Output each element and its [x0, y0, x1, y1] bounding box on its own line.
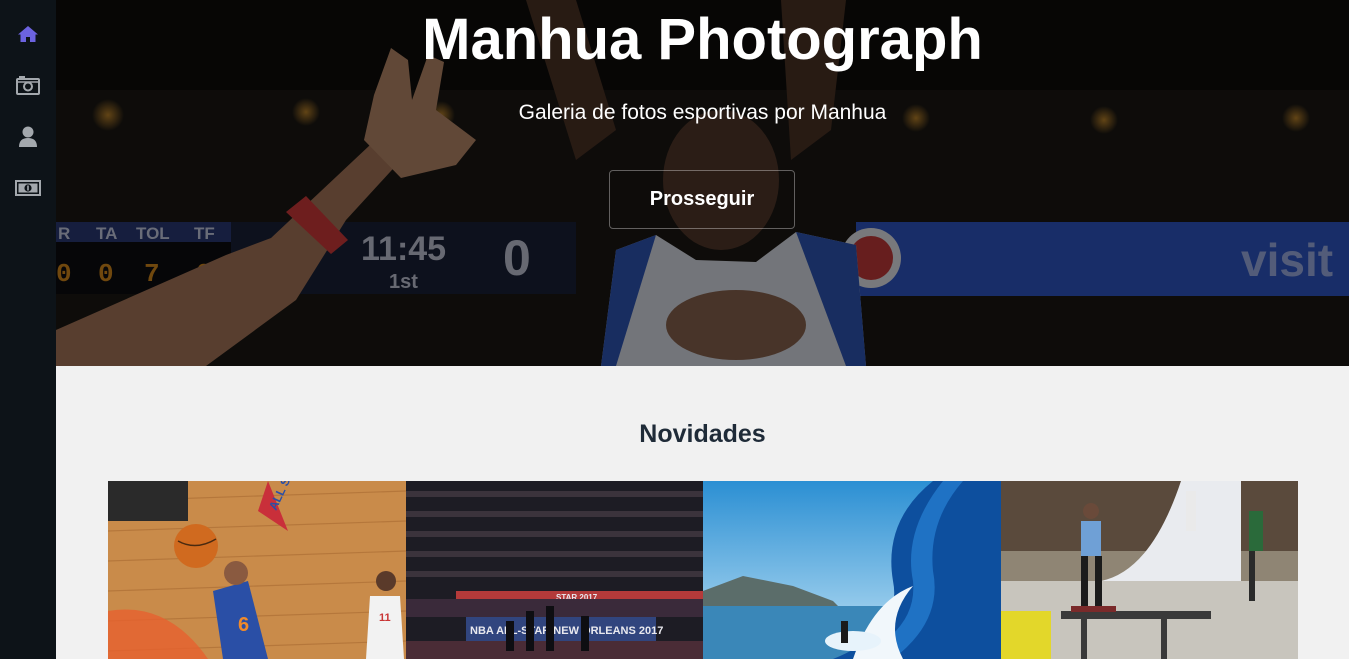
money-icon — [15, 180, 41, 196]
camera-icon — [16, 76, 40, 95]
proceed-button[interactable]: Prosseguir — [609, 170, 795, 229]
hero-title: Manhua Photograph — [422, 7, 983, 72]
arena-banner: NBA ALL-STAR NEW ORLEANS 2017 — [470, 625, 663, 637]
user-icon — [19, 126, 37, 147]
player-jersey-number: 6 — [238, 614, 249, 636]
hero-banner: R TA TOL TF 0 0 7 0 11:45 1st 0 visit l — [56, 0, 1349, 366]
sidebar — [0, 0, 56, 659]
gallery-photo-skate[interactable] — [1000, 481, 1298, 659]
news-gallery: ALL STAR 6 11 STAR 2017 NBA ALL-STAR NEW… — [108, 481, 1298, 659]
gallery-photo-arena[interactable]: STAR 2017 NBA ALL-STAR NEW ORLEANS 2017 — [405, 481, 703, 659]
news-section-title: Novidades — [639, 420, 766, 448]
opponent-jersey-number: 11 — [379, 612, 391, 624]
sidebar-item-home[interactable] — [14, 20, 42, 48]
hero-subtitle: Galeria de fotos esportivas por Manhua — [518, 101, 887, 124]
sidebar-item-money[interactable] — [14, 174, 42, 202]
home-icon — [18, 26, 38, 42]
gallery-photo-surf[interactable] — [703, 481, 1001, 659]
sidebar-item-user[interactable] — [14, 123, 42, 151]
gallery-photo-basketball-dunk[interactable]: ALL STAR 6 11 — [108, 481, 406, 659]
sidebar-item-camera[interactable] — [14, 71, 42, 99]
